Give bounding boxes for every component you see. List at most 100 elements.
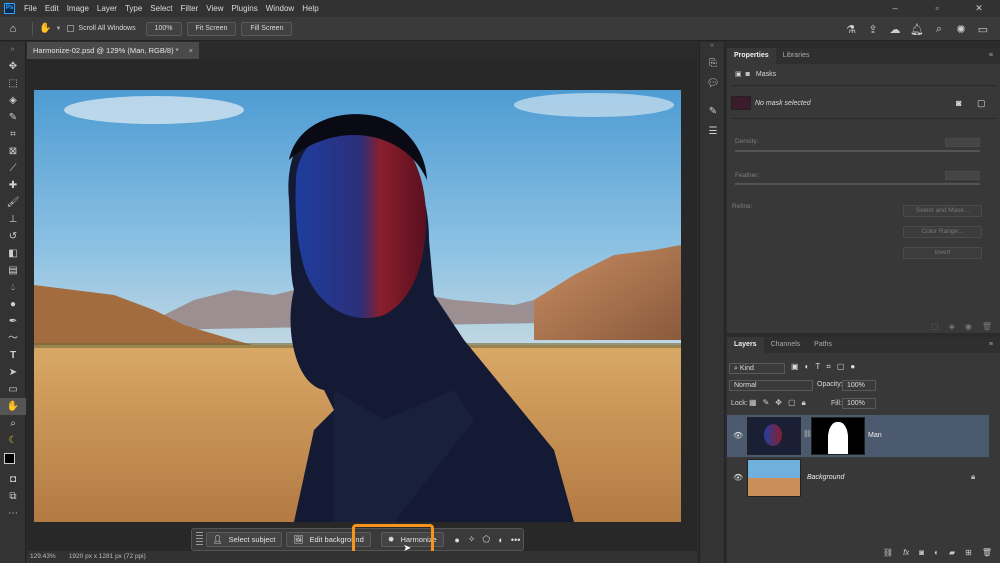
close-window-icon[interactable]: ✕ (958, 0, 1000, 17)
healing-brush-tool-icon[interactable]: ✚ (0, 177, 26, 194)
menu-filter[interactable]: Filter (177, 4, 203, 13)
brushes-icon[interactable]: ✎ (700, 102, 726, 122)
history-brush-tool-icon[interactable]: ↺ (0, 228, 26, 245)
search-icon[interactable]: ⌕ (928, 23, 950, 36)
frame-tool-icon[interactable]: ⊠ (0, 143, 26, 160)
gradient-tool-icon[interactable]: ▤ (0, 262, 26, 279)
marquee-tool-icon[interactable]: ⬚ (0, 75, 26, 92)
tab-libraries[interactable]: Libraries (776, 48, 817, 64)
density-slider[interactable] (735, 150, 980, 152)
crop-tool-icon[interactable]: ⌗ (0, 126, 26, 143)
mask-dot-icon[interactable]: ● (450, 535, 465, 545)
fill-field[interactable]: 100% (842, 398, 876, 409)
tab-paths[interactable]: Paths (807, 337, 839, 353)
menu-help[interactable]: Help (298, 4, 322, 13)
quick-mask-icon[interactable]: ◘ (0, 471, 26, 488)
close-tab-icon[interactable]: × (189, 42, 193, 59)
density-field[interactable] (945, 138, 980, 147)
vector-mask-icon[interactable]: ◙ (746, 71, 750, 78)
lock-artboard-icon[interactable]: ▢ (788, 398, 796, 408)
layer-name[interactable]: Man (868, 432, 882, 439)
transform-icon[interactable]: ⬠ (479, 534, 494, 545)
lock-transparency-icon[interactable]: ▦ (749, 398, 757, 408)
maximize-icon[interactable]: ▫ (916, 0, 958, 17)
document-canvas[interactable] (34, 90, 681, 522)
color-swatches[interactable] (0, 449, 25, 471)
lock-icon[interactable]: 🔒︎ (971, 472, 975, 482)
brush-tool-icon[interactable]: 🖌︎ (0, 194, 26, 211)
menu-window[interactable]: Window (262, 4, 298, 13)
adjustments-icon[interactable]: ☰ (700, 122, 726, 142)
opacity-field[interactable]: 100% (842, 380, 876, 391)
delete-layer-icon[interactable]: 🗑︎ (982, 548, 992, 557)
path-selection-tool-icon[interactable]: ➤ (0, 364, 26, 381)
eraser-tool-icon[interactable]: ◧ (0, 245, 26, 262)
lightbulb-icon[interactable]: ✺ (950, 23, 972, 36)
collapse-icon[interactable]: « (700, 42, 724, 54)
add-pixel-mask-icon[interactable]: ◙ (956, 98, 961, 108)
clone-stamp-tool-icon[interactable]: ⊥ (0, 211, 26, 228)
zoom-tool-icon[interactable]: ⌕ (0, 415, 26, 432)
new-group-icon[interactable]: ▰ (949, 548, 955, 557)
tab-layers[interactable]: Layers (727, 337, 764, 353)
lock-all-icon[interactable]: 🔒︎ (802, 398, 806, 408)
zoom-level[interactable]: 129.43% (27, 551, 67, 563)
visibility-icon[interactable]: ◉ (965, 322, 972, 331)
fit-screen-button[interactable]: Fit Screen (186, 21, 237, 36)
sparkle-icon[interactable]: ✧ (464, 534, 479, 545)
blur-tool-icon[interactable]: 💧︎ (0, 279, 26, 296)
curvature-pen-tool-icon[interactable]: 〜 (0, 330, 26, 347)
layer-name[interactable]: Background (807, 474, 844, 481)
menu-edit[interactable]: Edit (41, 4, 63, 13)
layer-man[interactable]: 👁︎ ⛓ Man (727, 415, 989, 457)
move-tool-icon[interactable]: ✥ (0, 58, 26, 75)
menu-view[interactable]: View (202, 4, 227, 13)
pixel-mask-icon[interactable]: ▣ (735, 70, 742, 78)
type-tool-icon[interactable]: T (0, 347, 26, 364)
hand-tool-preset-icon[interactable]: ✋ (39, 23, 51, 34)
type-filter-icon[interactable]: T (815, 362, 820, 372)
new-layer-icon[interactable]: ⊞ (965, 548, 972, 557)
more-options-icon[interactable]: ••• (508, 535, 523, 545)
rectangle-tool-icon[interactable]: ▭ (0, 381, 26, 398)
lock-position-icon[interactable]: ✥ (775, 398, 782, 408)
fx-icon[interactable]: fx (903, 548, 909, 557)
chevron-down-icon[interactable]: ▼ (55, 26, 61, 32)
hand-tool-icon[interactable]: ✋ (0, 398, 26, 415)
history-icon[interactable]: ⎘ (700, 54, 726, 74)
panel-menu-icon[interactable]: ≡ (982, 48, 1000, 64)
dodge-tool-icon[interactable]: ● (0, 296, 26, 313)
color-range-button[interactable]: Color Range... (903, 226, 982, 238)
drag-handle-icon[interactable] (196, 532, 203, 547)
eyedropper-tool-icon[interactable]: ⟋ (0, 160, 26, 177)
menu-image[interactable]: Image (63, 4, 93, 13)
tab-channels[interactable]: Channels (764, 337, 808, 353)
blend-mode-dropdown[interactable]: Normal (729, 380, 813, 391)
load-selection-icon[interactable]: ⬚ (931, 322, 939, 331)
link-layers-icon[interactable]: ⛓ (883, 548, 893, 557)
delete-mask-icon[interactable]: 🗑︎ (982, 322, 992, 331)
filter-kind-dropdown[interactable]: ⌕ Kind (729, 363, 785, 374)
eye-icon[interactable]: 👁︎ (733, 473, 743, 482)
feather-slider[interactable] (735, 183, 980, 185)
pen-tool-icon[interactable]: ✒ (0, 313, 26, 330)
menu-layer[interactable]: Layer (93, 4, 121, 13)
shape-filter-icon[interactable]: ⌗ (826, 362, 831, 372)
menu-select[interactable]: Select (146, 4, 176, 13)
object-selection-tool-icon[interactable]: ◈ (0, 92, 26, 109)
filter-toggle-icon[interactable]: ● (850, 362, 855, 372)
bell-icon[interactable]: 🔔︎ (906, 23, 928, 36)
more-tools-icon[interactable]: ⋯ (0, 505, 26, 522)
tab-properties[interactable]: Properties (727, 48, 776, 64)
layer-mask-thumbnail[interactable] (811, 417, 865, 455)
add-vector-mask-icon[interactable]: ▢ (977, 98, 986, 109)
layer-background[interactable]: 👁︎ Background 🔒︎ (727, 457, 989, 499)
flask-icon[interactable]: ⚗ (840, 23, 862, 36)
scroll-all-windows-checkbox[interactable]: Scroll All Windows (67, 25, 136, 32)
feather-field[interactable] (945, 171, 980, 180)
fill-screen-button[interactable]: Fill Screen (241, 21, 293, 36)
select-subject-button[interactable]: 👤︎ Select subject (205, 532, 283, 547)
select-and-mask-button[interactable]: Select and Mask... (903, 205, 982, 217)
eye-icon[interactable]: 👁︎ (733, 431, 743, 440)
lock-pixels-icon[interactable]: ✎ (763, 398, 770, 408)
